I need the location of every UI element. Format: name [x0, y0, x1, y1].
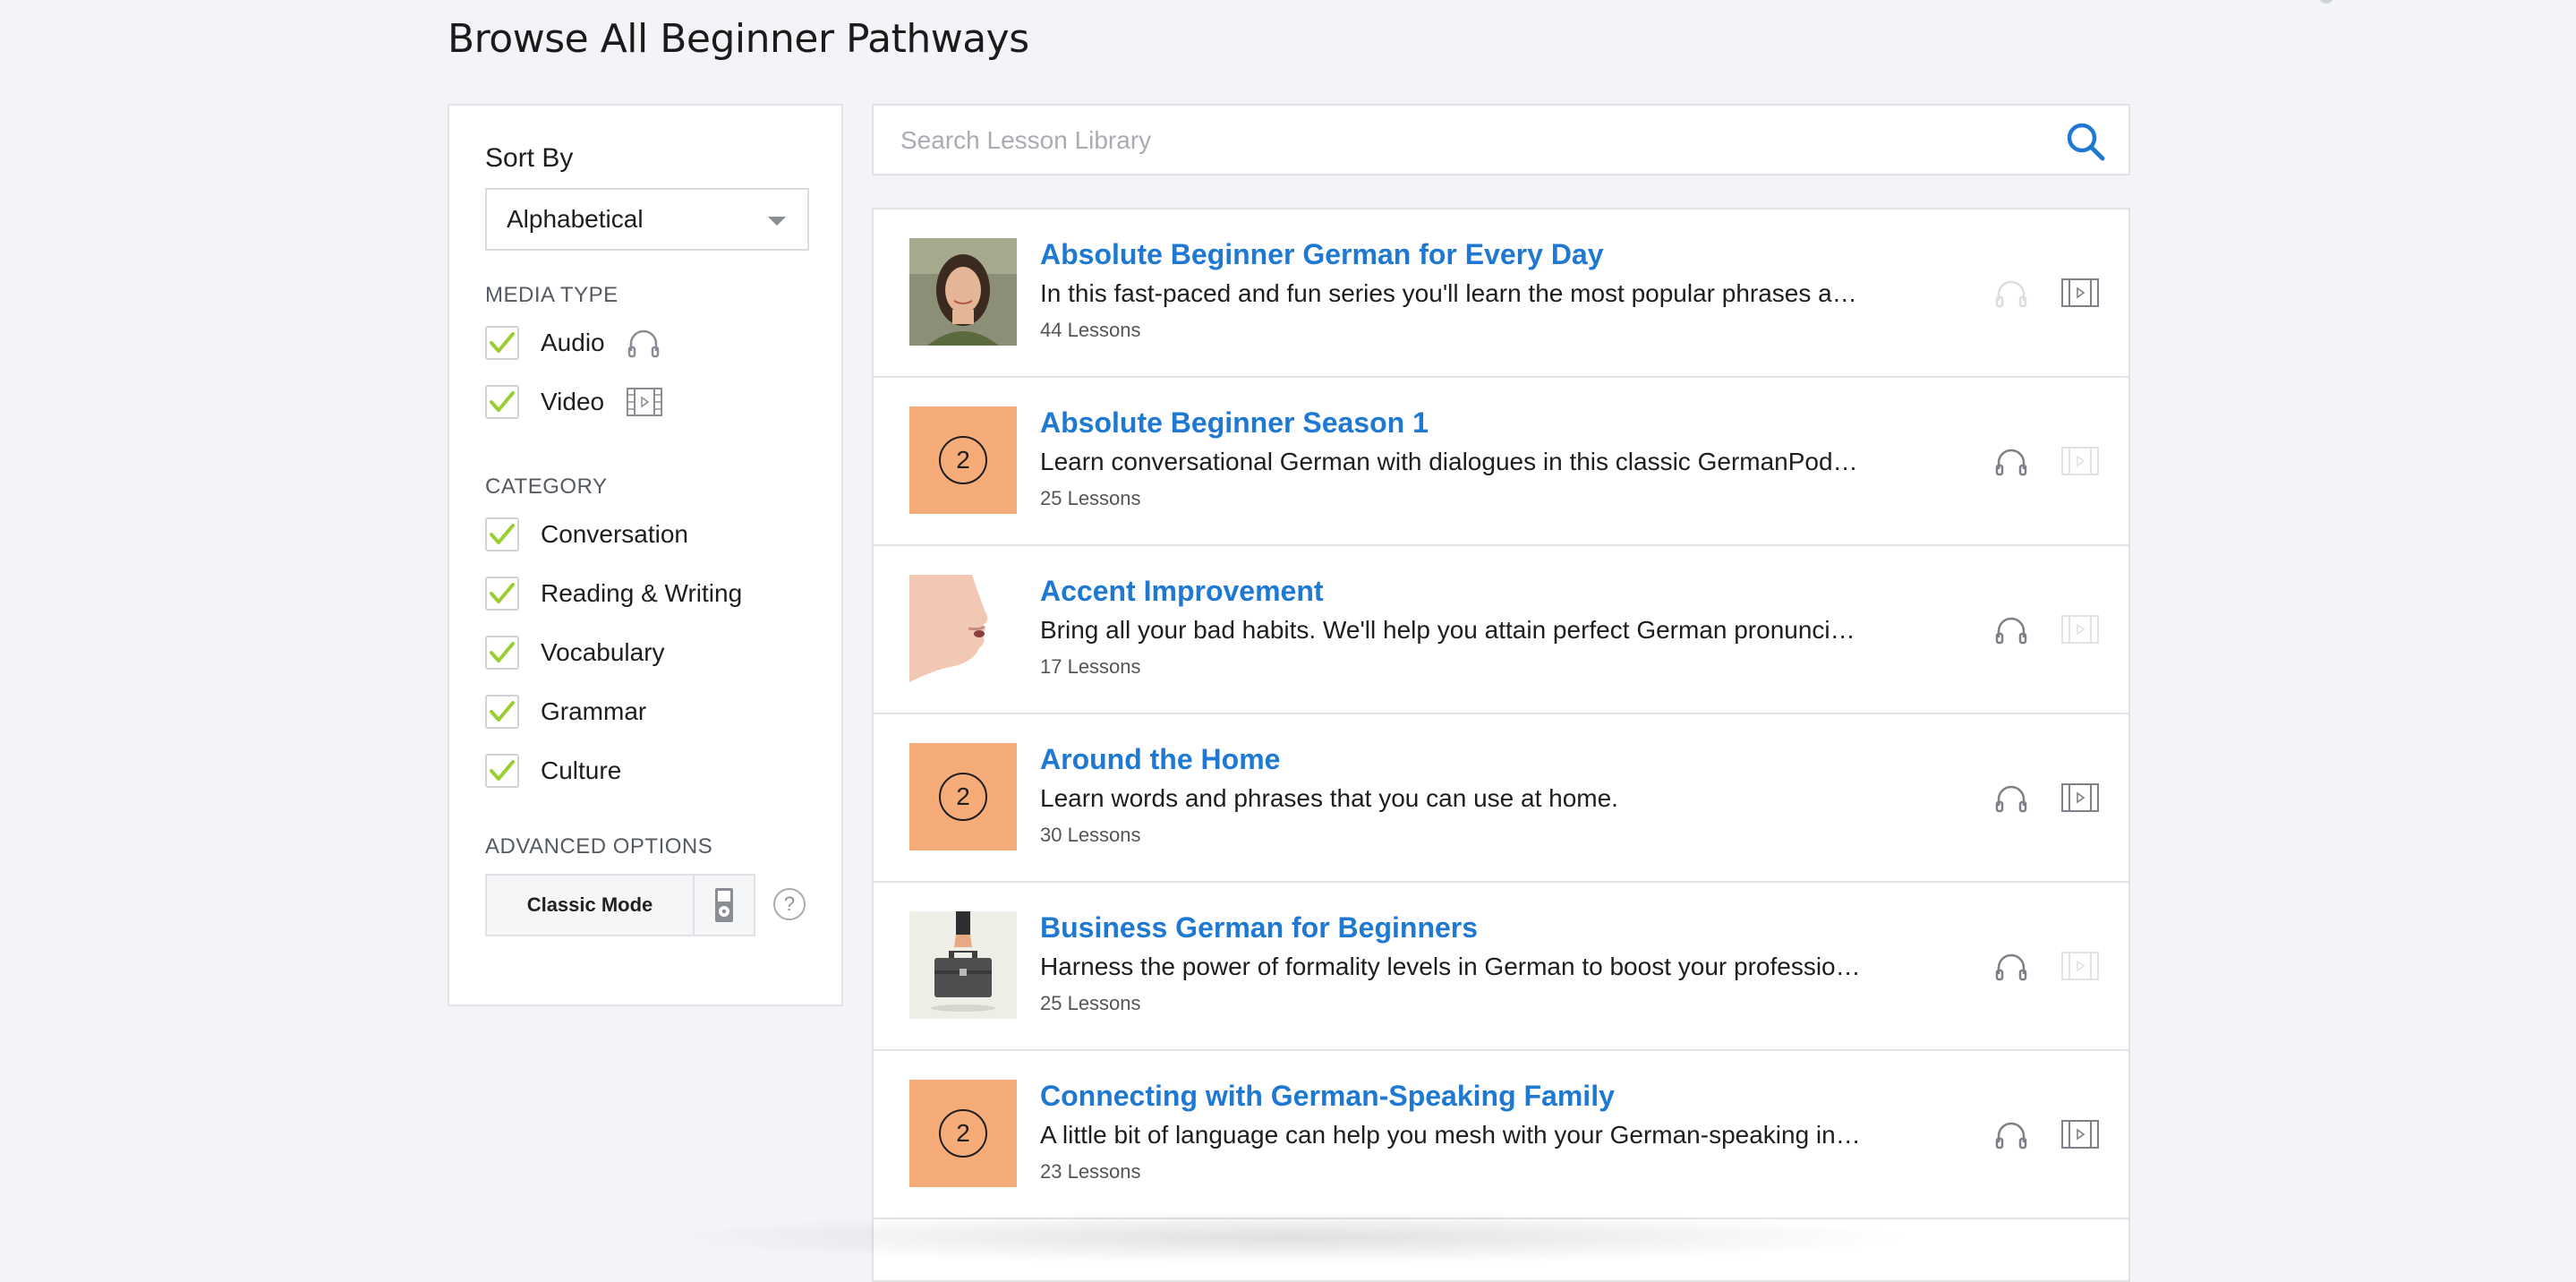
classic-mode-label: Classic Mode	[487, 876, 695, 935]
sort-by-label: Sort By	[485, 143, 574, 173]
audio-label: Audio	[541, 329, 605, 356]
level-badge: 2	[939, 1109, 987, 1158]
video-label: Video	[541, 388, 605, 415]
lesson-description: Harness the power of formality levels in…	[1040, 953, 1864, 980]
lesson-description: Learn words and phrases that you can use…	[1040, 784, 1618, 812]
page-title: Browse All Beginner Pathways	[448, 16, 1029, 62]
checkmark-icon	[490, 332, 515, 353]
lesson-title[interactable]: Accent Improvement	[1040, 575, 1324, 608]
filter-culture[interactable]: Culture	[485, 754, 621, 788]
filter-video[interactable]: Video	[485, 385, 663, 419]
corner-avatar-fragment	[2320, 0, 2333, 4]
level-badge: 2	[939, 436, 987, 484]
lesson-title[interactable]: Business German for Beginners	[1040, 911, 1478, 944]
headphones-icon	[1994, 953, 2028, 986]
filter-vocabulary[interactable]: Vocabulary	[485, 636, 665, 670]
filter-sidebar: Sort By Alphabetical MEDIA TYPE Audio Vi…	[448, 104, 843, 1006]
lesson-item[interactable]: Accent Improvement Bring all your bad ha…	[874, 546, 2128, 714]
lesson-count: 44 Lessons	[1040, 319, 1141, 341]
conversation-label: Conversation	[541, 520, 688, 548]
lesson-count: 30 Lessons	[1040, 824, 1141, 846]
lesson-thumbnail	[909, 911, 1017, 1019]
lesson-count: 23 Lessons	[1040, 1160, 1141, 1183]
lesson-item[interactable]: 2 Around the Home Learn words and phrase…	[874, 714, 2128, 883]
lesson-thumbnail	[909, 575, 1017, 682]
lesson-item[interactable]: 2 Absolute Beginner Season 1 Learn conve…	[874, 378, 2128, 546]
lesson-item[interactable]: 2 Connecting with German-Speaking Family…	[874, 1051, 2128, 1219]
help-icon[interactable]: ?	[773, 888, 806, 920]
vocabulary-label: Vocabulary	[541, 638, 665, 666]
lesson-description: A little bit of language can help you me…	[1040, 1121, 1864, 1149]
reading-writing-label: Reading & Writing	[541, 579, 743, 607]
headphones-icon	[1994, 616, 2028, 649]
advanced-options-label: ADVANCED OPTIONS	[485, 834, 713, 859]
audio-checkbox[interactable]	[485, 326, 519, 360]
chevron-down-icon	[768, 217, 786, 226]
headphones-icon	[1994, 1121, 2028, 1154]
lesson-thumbnail: 2	[909, 743, 1017, 850]
lesson-item[interactable]: Business German for Beginners Harness th…	[874, 883, 2128, 1051]
lesson-title[interactable]: Absolute Beginner German for Every Day	[1040, 238, 1604, 271]
search-icon[interactable]	[2066, 122, 2105, 166]
checkmark-icon	[490, 701, 515, 722]
ipod-icon	[695, 876, 754, 935]
checkmark-icon	[490, 524, 515, 544]
classic-mode-button[interactable]: Classic Mode	[485, 874, 755, 936]
search-bar	[872, 104, 2130, 175]
filter-conversation[interactable]: Conversation	[485, 517, 688, 551]
media-type-label: MEDIA TYPE	[485, 283, 618, 307]
search-input[interactable]	[899, 118, 2012, 163]
sort-by-select[interactable]: Alphabetical	[485, 188, 809, 251]
lesson-count: 25 Lessons	[1040, 487, 1141, 509]
headphones-icon	[627, 328, 661, 358]
lesson-title[interactable]: Around the Home	[1040, 743, 1280, 776]
lesson-thumbnail: 2	[909, 406, 1017, 514]
headphones-icon	[1994, 784, 2028, 817]
lesson-list: Absolute Beginner German for Every Day I…	[872, 208, 2130, 1282]
conversation-checkbox[interactable]	[485, 517, 519, 551]
checkmark-icon	[490, 642, 515, 662]
reading-writing-checkbox[interactable]	[485, 577, 519, 611]
headphones-icon	[1994, 279, 2028, 312]
lesson-thumbnail	[909, 238, 1017, 346]
film-icon	[2060, 951, 2100, 986]
lesson-description: Bring all your bad habits. We'll help yo…	[1040, 616, 1864, 644]
lesson-count: 17 Lessons	[1040, 655, 1141, 678]
culture-label: Culture	[541, 756, 622, 784]
checkmark-icon	[490, 583, 515, 603]
film-icon	[2060, 278, 2100, 312]
grammar-checkbox[interactable]	[485, 695, 519, 729]
culture-checkbox[interactable]	[485, 754, 519, 788]
lesson-title[interactable]: Absolute Beginner Season 1	[1040, 406, 1429, 440]
film-icon	[2060, 614, 2100, 649]
video-checkbox[interactable]	[485, 385, 519, 419]
lesson-title[interactable]: Connecting with German-Speaking Family	[1040, 1080, 1615, 1113]
category-label: CATEGORY	[485, 474, 608, 499]
sort-by-value: Alphabetical	[507, 205, 644, 233]
filter-reading-writing[interactable]: Reading & Writing	[485, 577, 742, 611]
film-icon	[2060, 1119, 2100, 1154]
lesson-description: In this fast-paced and fun series you'll…	[1040, 279, 1864, 307]
checkmark-icon	[490, 391, 515, 412]
lesson-item[interactable]: Absolute Beginner German for Every Day I…	[874, 209, 2128, 378]
lesson-count: 25 Lessons	[1040, 992, 1141, 1014]
filter-audio[interactable]: Audio	[485, 326, 661, 360]
film-icon	[2060, 446, 2100, 481]
film-icon	[2060, 782, 2100, 817]
lesson-thumbnail: 2	[909, 1080, 1017, 1187]
checkmark-icon	[490, 760, 515, 781]
page-shadow	[662, 1210, 1915, 1264]
lesson-description: Learn conversational German with dialogu…	[1040, 448, 1864, 475]
vocabulary-checkbox[interactable]	[485, 636, 519, 670]
film-icon	[626, 387, 663, 417]
grammar-label: Grammar	[541, 697, 647, 725]
level-badge: 2	[939, 773, 987, 821]
filter-grammar[interactable]: Grammar	[485, 695, 646, 729]
headphones-icon	[1994, 448, 2028, 481]
